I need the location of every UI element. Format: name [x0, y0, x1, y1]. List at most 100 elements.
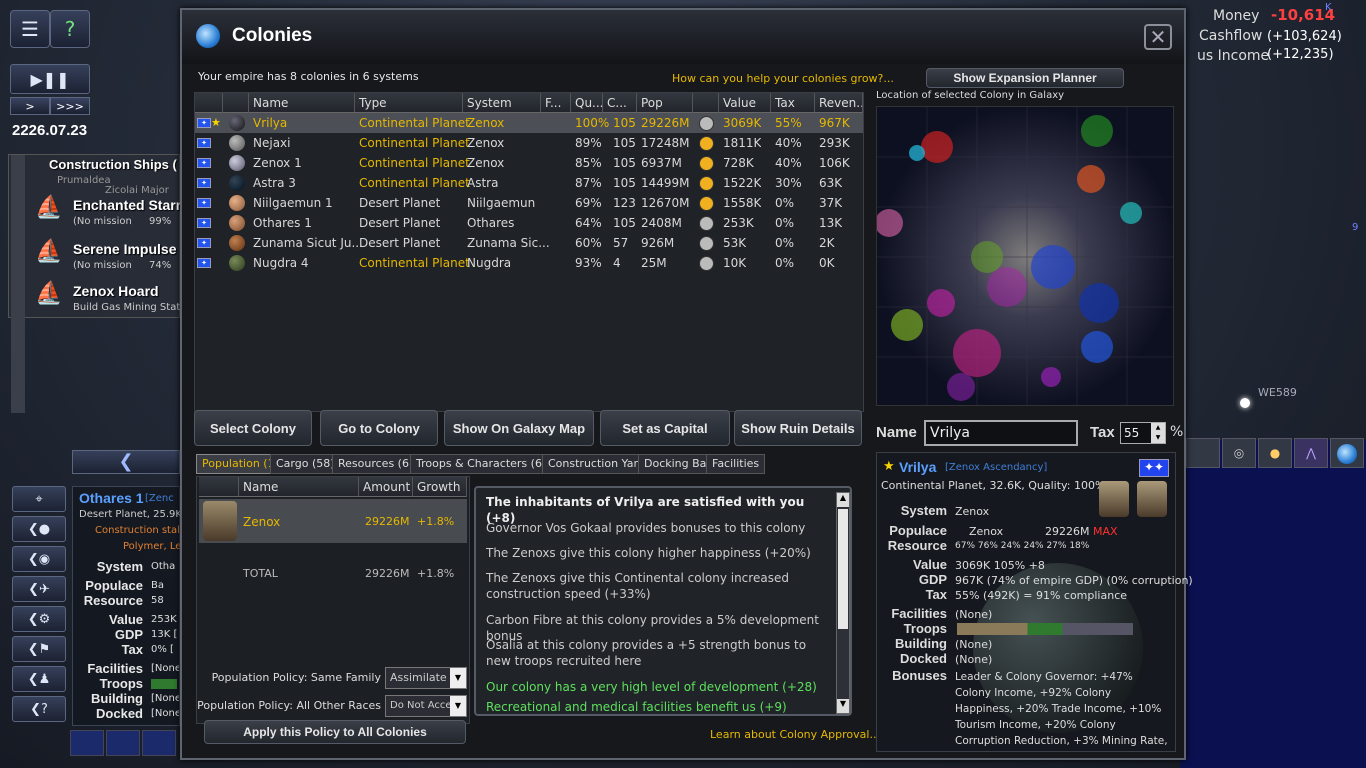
column-header[interactable]: Pop	[637, 93, 693, 113]
ship-name[interactable]: Zenox Hoard	[73, 283, 181, 299]
apply-policy-button[interactable]: Apply this Policy to All Colonies	[204, 720, 466, 744]
message-scrollbar[interactable]: ▲ ▼	[836, 492, 850, 714]
tab-construction-yard[interactable]: Construction Yard	[542, 454, 651, 474]
gear-icon[interactable]: ❮⚙	[12, 606, 66, 632]
show-ruin-details-button[interactable]: Show Ruin Details	[734, 410, 862, 446]
table-row[interactable]: ✦ Othares 1 Desert Planet Othares 64% 10…	[195, 213, 863, 233]
planet-icon[interactable]	[1186, 438, 1220, 468]
target-icon[interactable]: ⌖	[12, 486, 66, 512]
ship-nav-icon[interactable]: ❮✈	[12, 576, 66, 602]
tab-facilities[interactable]: Facilities	[706, 454, 766, 474]
play-pause-button[interactable]: ▶❚❚	[10, 64, 90, 94]
ship-name[interactable]: Enchanted Starr	[73, 197, 181, 213]
selected-title[interactable]: Othares 1	[79, 490, 144, 506]
table-row[interactable]: ✦ Astra 3 Continental Planet Astra 87% 1…	[195, 173, 863, 193]
table-row[interactable]: ✦ ★ Vrilya Continental Planet Zenox 100%…	[195, 113, 863, 133]
show-expansion-planner-button[interactable]: Show Expansion Planner	[926, 68, 1124, 88]
star-icon[interactable]	[1240, 398, 1250, 408]
troops-icon[interactable]: ❮♟	[12, 666, 66, 692]
field-value: Otha	[151, 561, 176, 572]
column-header[interactable]: Growth	[413, 477, 467, 497]
tab-resources[interactable]: Resources (6)	[332, 454, 420, 474]
column-header[interactable]: Name	[239, 477, 359, 497]
table-row[interactable]: ✦ Nejaxi Continental Planet Zenox 89% 10…	[195, 133, 863, 153]
set-as-capital-button[interactable]: Set as Capital	[600, 410, 730, 446]
sun-icon[interactable]: ●	[1258, 438, 1292, 468]
column-header[interactable]: System	[463, 93, 541, 113]
policy-same-family-select[interactable]: Assimilate ▼	[385, 667, 467, 689]
table-row[interactable]: ✦ Nugdra 4 Continental Planet Nugdra 93%…	[195, 253, 863, 273]
colony-construction: 105	[613, 216, 636, 230]
ship-status: (No mission)	[73, 260, 133, 271]
table-row[interactable]: Zenox 29226M +1.8%	[199, 499, 467, 543]
approval-line-positive: Our colony has a very high level of deve…	[486, 680, 817, 694]
go-to-colony-button[interactable]: Go to Colony	[320, 410, 438, 446]
field-value: [None	[151, 708, 179, 719]
table-row[interactable]: ✦ Niilgaemun 1 Desert Planet Niilgaemun …	[195, 193, 863, 213]
galaxy-globe-icon[interactable]	[1330, 438, 1364, 468]
empire-flag-icon: ✦	[197, 118, 211, 128]
spin-up-icon[interactable]: ▲	[1151, 423, 1165, 433]
ringed-planet-icon[interactable]: ◎	[1222, 438, 1256, 468]
nebula-icon[interactable]: ⋀	[1294, 438, 1328, 468]
colony-construction: 105	[613, 136, 636, 150]
column-header[interactable]: C...	[603, 93, 637, 113]
spin-down-icon[interactable]: ▼	[1151, 433, 1165, 443]
policy-other-races-select[interactable]: Do Not Accept ▼	[385, 695, 467, 717]
dropdown-arrow-icon[interactable]: ▼	[450, 696, 466, 716]
scroll-up-icon[interactable]: ▲	[837, 493, 849, 507]
column-header[interactable]: Qu...	[571, 93, 603, 113]
colony-table: Name Type System F... Qu... C... Pop Val…	[194, 92, 864, 412]
close-icon[interactable]: ✕	[1144, 24, 1172, 50]
help-grow-link[interactable]: How can you help your colonies grow?...	[672, 72, 894, 85]
column-header[interactable]: F...	[541, 93, 571, 113]
happy-face-icon	[699, 196, 714, 211]
approval-line-positive: Recreational and medical facilities bene…	[486, 700, 787, 713]
scroll-down-icon[interactable]: ▼	[837, 699, 849, 713]
column-header[interactable]: Type	[355, 93, 463, 113]
tab-cargo[interactable]: Cargo (58)	[270, 454, 341, 474]
tax-spinner[interactable]: 55 ▲ ▼	[1120, 422, 1166, 444]
column-header[interactable]: Value	[719, 93, 771, 113]
colony-approval-link[interactable]: Learn about Colony Approval...	[710, 728, 880, 741]
tax-value: 55	[1124, 426, 1140, 440]
table-row[interactable]: ✦ Zunama Sicut Ju... Desert Planet Zunam…	[195, 233, 863, 253]
colony-pop: 2408M	[641, 216, 682, 230]
fleet-slot[interactable]	[106, 730, 140, 756]
speed-faster-button[interactable]: >>>	[50, 97, 90, 115]
column-header-happiness[interactable]	[693, 93, 719, 113]
menu-icon[interactable]: ☰	[10, 10, 50, 48]
show-on-galaxy-map-button[interactable]: Show On Galaxy Map	[444, 410, 594, 446]
tab-troops-characters[interactable]: Troops & Characters (60)	[410, 454, 560, 474]
scroll-thumb[interactable]	[838, 509, 848, 629]
colony-type: Continental Planet	[359, 176, 470, 190]
speed-slower-button[interactable]: >	[10, 97, 50, 115]
fleet-slot[interactable]	[142, 730, 176, 756]
column-header[interactable]: Reven...	[815, 93, 863, 113]
ship-name[interactable]: Serene Impulse	[73, 241, 181, 257]
colony-value: 53K	[723, 236, 747, 250]
eye-icon[interactable]: ❮◉	[12, 546, 66, 572]
info-empire: [Zenox Ascendancy]	[945, 462, 1048, 473]
empire-flag-icon: ✦	[197, 198, 211, 208]
column-header[interactable]: Amount	[359, 477, 413, 497]
select-colony-button[interactable]: Select Colony	[194, 410, 312, 446]
colony-value: 1811K	[723, 136, 762, 150]
help-icon[interactable]: ❮?	[12, 696, 66, 722]
star-system-label[interactable]: WE589	[1258, 386, 1297, 399]
ship-status: (No mission)	[73, 216, 133, 227]
colony-type: Continental Planet	[359, 256, 470, 270]
dropdown-arrow-icon[interactable]: ▼	[450, 668, 466, 688]
galaxy-minimap[interactable]	[876, 106, 1174, 406]
help-shield-icon[interactable]: ?	[50, 10, 90, 48]
flag-icon[interactable]: ❮⚑	[12, 636, 66, 662]
neutral-face-icon	[699, 216, 714, 231]
colony-name-input[interactable]	[924, 420, 1078, 446]
construction-ships-header[interactable]: Construction Ships (	[49, 157, 191, 172]
table-row[interactable]: ✦ Zenox 1 Continental Planet Zenox 85% 1…	[195, 153, 863, 173]
collapse-panel-button[interactable]: ❮	[72, 450, 180, 474]
column-header[interactable]: Tax	[771, 93, 815, 113]
colony-icon[interactable]: ❮●	[12, 516, 66, 542]
fleet-slot[interactable]	[70, 730, 104, 756]
column-header[interactable]: Name	[249, 93, 355, 113]
